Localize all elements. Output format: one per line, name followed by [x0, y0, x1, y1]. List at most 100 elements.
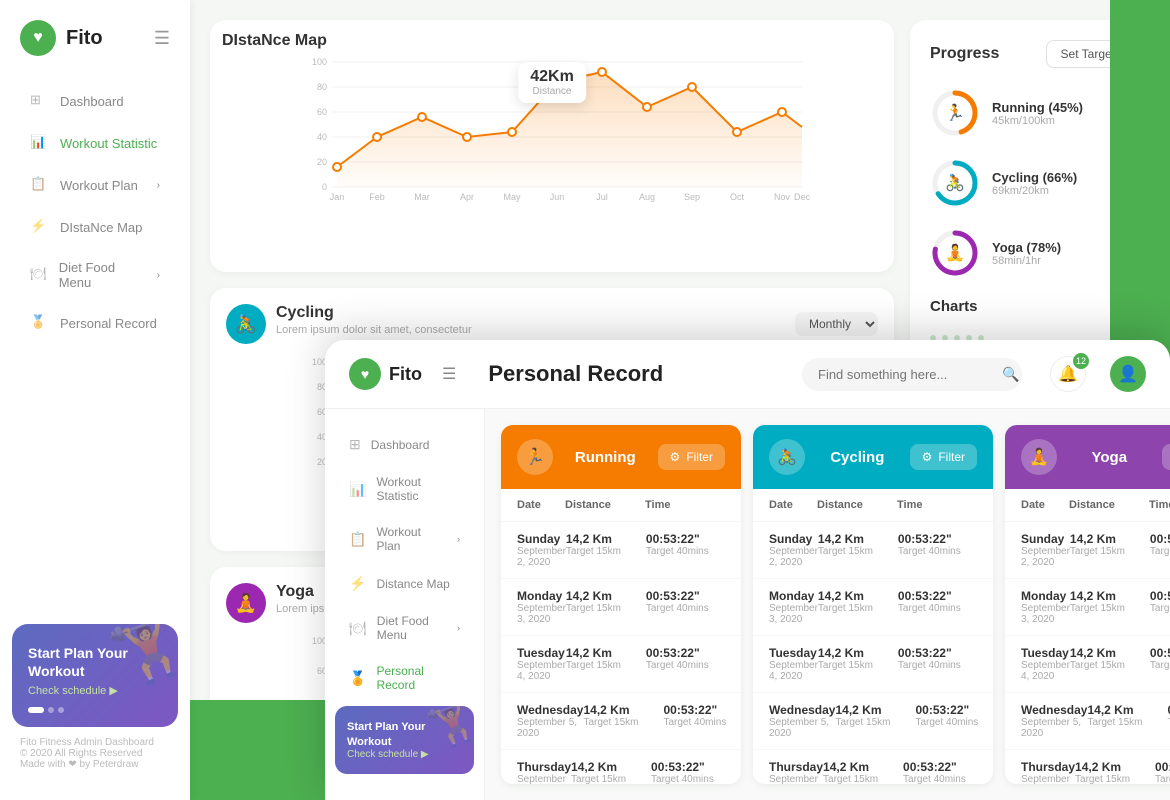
col-header-time: Time	[1149, 499, 1170, 511]
sidebar: ♥ Fito ☰ ⊞ Dashboard 📊 Workout Statistic…	[0, 0, 190, 800]
row-day: Tuesday	[517, 646, 566, 660]
sidebar-item-workout-statistic[interactable]: 📊 Workout Statistic	[10, 124, 180, 162]
cycling-ring: 🚴	[930, 158, 980, 208]
table-row: Monday September 3, 2020 14,2 Km Target …	[1005, 579, 1170, 636]
row-time-cell: 00:53:22" Target 40mins	[898, 532, 978, 568]
row-day: Thursday	[517, 760, 571, 774]
notification-button[interactable]: 🔔 12	[1050, 356, 1086, 392]
row-day: Tuesday	[769, 646, 818, 660]
cycling-filter-button[interactable]: ⚙ Filter	[910, 444, 977, 470]
row-date: September 6, 2020	[517, 774, 571, 784]
distance-tooltip: 42Km Distance	[518, 62, 586, 103]
sidebar-item-dashboard[interactable]: ⊞ Dashboard	[10, 82, 180, 120]
svg-text:100: 100	[312, 57, 327, 67]
copyright: © 2020 All Rights Reserved	[20, 748, 170, 759]
sidebar-label-personal-record: Personal Record	[60, 316, 157, 331]
cycling-title: Cycling	[276, 304, 472, 322]
ov-distance-icon: ⚡	[349, 575, 366, 592]
promo-dot-1	[28, 707, 44, 713]
row-time-target: Target 40mins	[651, 774, 731, 784]
row-distance-value: 14,2 Km	[823, 760, 903, 774]
overlay-nav-dashboard[interactable]: ⊞ Dashboard	[333, 426, 476, 463]
table-row: Thursday September 6, 2020 14,2 Km Targe…	[501, 750, 741, 784]
row-distance-target: Target 15km	[1087, 717, 1167, 728]
cycling-col-label: Cycling	[830, 449, 884, 466]
row-time-target: Target 40mins	[898, 546, 978, 557]
row-date-cell: Thursday September 6, 2020	[517, 760, 571, 784]
row-day: Wednesday	[517, 703, 583, 717]
sidebar-item-workout-plan[interactable]: 📋 Workout Plan ›	[10, 166, 180, 204]
row-date: September 3, 2020	[1021, 603, 1070, 625]
row-time-cell: 00:53:22" Target 40mins	[646, 646, 726, 682]
overlay-menu-icon[interactable]: ☰	[442, 364, 456, 384]
row-time-cell: 00:53:22" Target 40mins	[898, 646, 978, 682]
row-distance-value: 14,2 Km	[818, 646, 898, 660]
logo-text: Fito	[66, 27, 103, 50]
row-distance-target: Target 15km	[823, 774, 903, 784]
yoga-filter-button[interactable]: ⚙ Filter	[1162, 444, 1170, 470]
svg-text:Jun: Jun	[550, 192, 565, 202]
record-col-header-running: 🏃 Running ⚙ Filter	[501, 425, 741, 489]
running-filter-button[interactable]: ⚙ Filter	[658, 444, 725, 470]
row-time-value: 00:53:22"	[898, 646, 978, 660]
user-avatar[interactable]: 👤	[1110, 356, 1146, 392]
row-distance-cell: 14,2 Km Target 15km	[818, 646, 898, 682]
row-distance-target: Target 15km	[566, 603, 646, 614]
row-date: September 2, 2020	[517, 546, 566, 568]
row-distance-value: 14,2 Km	[566, 646, 646, 660]
dashboard-icon: ⊞	[30, 92, 48, 110]
row-time-cell: 00:53:22" Target 40mins	[1150, 589, 1170, 625]
row-day: Monday	[1021, 589, 1070, 603]
ov-arrow-1: ›	[457, 534, 460, 544]
overlay-nav-workout-statistic[interactable]: 📊 Workout Statistic	[333, 465, 476, 513]
row-time-value: 00:53:22"	[651, 760, 731, 774]
tooltip-value: 42Km	[530, 68, 574, 86]
overlay-nav-personal-record[interactable]: 🏅 Personal Record	[333, 654, 476, 702]
app-tagline: Fito Fitness Admin Dashboard	[20, 737, 170, 748]
overlay-nav-distance-map[interactable]: ⚡ Distance Map	[333, 565, 476, 602]
row-date-cell: Wednesday September 5, 2020	[517, 703, 583, 739]
overlay-search-bar[interactable]: 🔍	[802, 358, 1022, 391]
row-time-target: Target 40mins	[646, 603, 726, 614]
sidebar-item-distance-map[interactable]: ⚡ DIstaNce Map	[10, 208, 180, 246]
overlay-nav-diet-food[interactable]: 🍽 Diet Food Menu ›	[333, 604, 476, 652]
row-distance-target: Target 15km	[583, 717, 663, 728]
cycling-period-select[interactable]: Monthly Weekly Daily	[795, 312, 878, 336]
search-input[interactable]	[818, 367, 994, 382]
row-time-value: 00:53:22"	[663, 703, 741, 717]
sidebar-item-diet-food-menu[interactable]: 🍽 Diet Food Menu ›	[10, 250, 180, 300]
svg-text:Feb: Feb	[369, 192, 385, 202]
ov-arrow-2: ›	[457, 623, 460, 633]
row-distance-value: 14,2 Km	[571, 760, 651, 774]
svg-text:Aug: Aug	[639, 192, 655, 202]
record-table-header-cycling: DateDistanceTime	[753, 489, 993, 522]
svg-text:60: 60	[317, 107, 327, 117]
chevron-right-icon: ›	[157, 180, 160, 191]
running-col-label: Running	[575, 449, 636, 466]
row-distance-cell: 14,2 Km Target 15km	[1070, 589, 1150, 625]
row-distance-cell: 14,2 Km Target 15km	[835, 703, 915, 739]
row-time-target: Target 40mins	[1150, 660, 1170, 671]
running-ring: 🏃	[930, 88, 980, 138]
svg-text:Jan: Jan	[330, 192, 345, 202]
menu-icon[interactable]: ☰	[154, 28, 170, 49]
overlay-nav-workout-plan[interactable]: 📋 Workout Plan ›	[333, 515, 476, 563]
record-table-header-yoga: DateDistanceTime	[1005, 489, 1170, 522]
row-distance-cell: 14,2 Km Target 15km	[566, 532, 646, 568]
row-time-target: Target 40mins	[663, 717, 741, 728]
row-date-cell: Monday September 3, 2020	[1021, 589, 1070, 625]
overlay-header: ♥ Fito ☰ Personal Record 🔍 🔔 12 👤	[325, 340, 1170, 409]
sidebar-item-personal-record[interactable]: 🏅 Personal Record	[10, 304, 180, 342]
row-time-target: Target 40mins	[898, 660, 978, 671]
row-distance-target: Target 15km	[571, 774, 651, 784]
row-date: September 4, 2020	[1021, 660, 1070, 682]
row-distance-target: Target 15km	[818, 546, 898, 557]
row-time-cell: 00:53:22" Target 40mins	[663, 703, 741, 739]
cycling-card-header: 🚴 Cycling Lorem ipsum dolor sit amet, co…	[226, 304, 878, 344]
row-time-target: Target 40mins	[898, 603, 978, 614]
row-distance-target: Target 15km	[566, 546, 646, 557]
row-distance-target: Target 15km	[835, 717, 915, 728]
table-row: Wednesday September 5, 2020 14,2 Km Targ…	[501, 693, 741, 750]
logo-icon: ♥	[20, 20, 56, 56]
row-date-cell: Wednesday September 5, 2020	[769, 703, 835, 739]
